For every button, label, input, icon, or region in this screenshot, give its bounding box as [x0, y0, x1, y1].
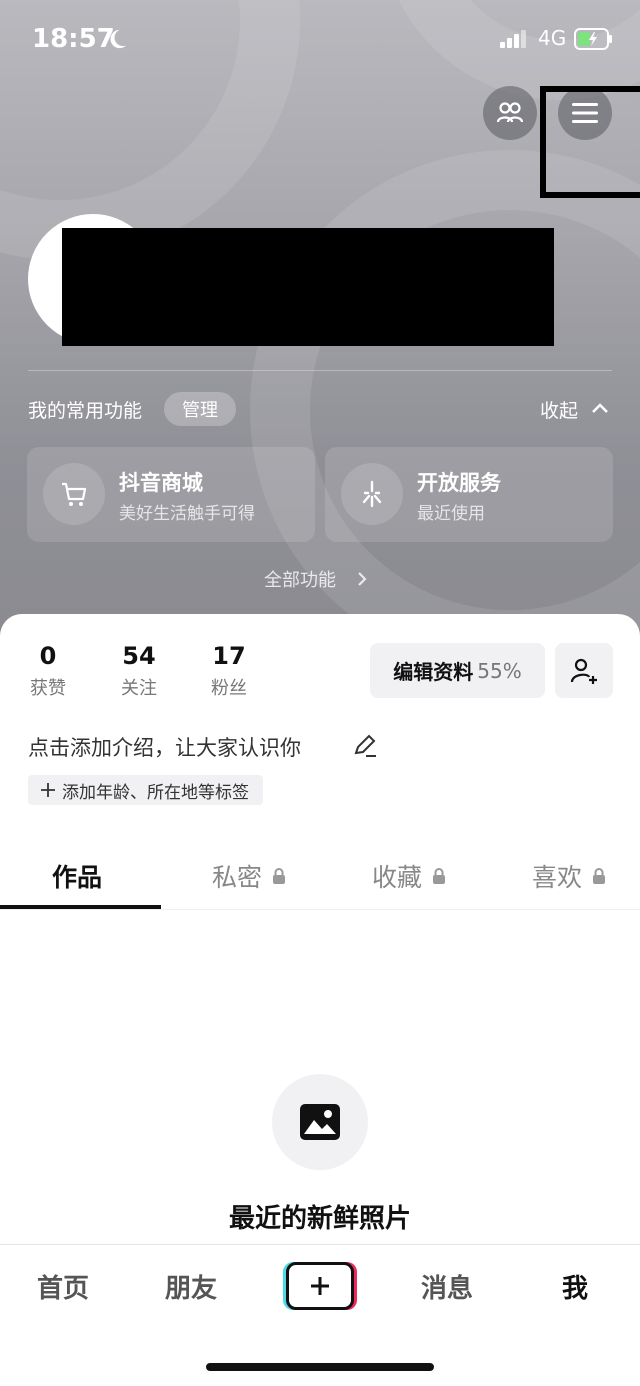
nav-home[interactable]: 首页 [37, 1268, 89, 1305]
edit-profile-label: 编辑资料 [393, 660, 474, 684]
chevron-right-icon[interactable] [356, 570, 368, 588]
add-tags-chip[interactable]: 添加年龄、所在地等标签 [28, 775, 263, 805]
sparkle-icon [341, 463, 403, 525]
manage-button[interactable]: 管理 [164, 392, 236, 426]
status-time: 18:57 [32, 24, 115, 54]
nav-me[interactable]: 我 [562, 1268, 588, 1305]
tabs-divider [0, 909, 640, 910]
all-functions-link[interactable]: 全部功能 [264, 566, 336, 592]
add-user-icon [570, 658, 597, 684]
tab-favorites[interactable]: 收藏 [372, 858, 446, 894]
chevron-up-icon[interactable] [590, 400, 610, 416]
function-card-mall[interactable]: 抖音商城 美好生活触手可得 [27, 447, 315, 542]
empty-state-icon-wrap [272, 1074, 368, 1170]
tab-likes[interactable]: 喜欢 [532, 858, 606, 894]
moon-icon [110, 29, 127, 49]
stat-label: 获赞 [30, 678, 66, 699]
annotation-highlight-box [540, 86, 640, 198]
stat-following[interactable]: 54 关注 [112, 642, 166, 700]
battery-icon [574, 28, 612, 50]
stat-value: 17 [212, 642, 246, 670]
card-title: 开放服务 [417, 471, 501, 495]
plus-icon [311, 1277, 329, 1295]
stat-value: 0 [39, 642, 57, 670]
network-type: 4G [538, 26, 567, 50]
card-title: 抖音商城 [119, 471, 203, 495]
nav-friends[interactable]: 朋友 [165, 1268, 217, 1305]
image-icon [300, 1104, 340, 1140]
cart-icon [43, 463, 105, 525]
edit-profile-button[interactable]: 编辑资料 55% [370, 643, 545, 698]
people-icon [496, 102, 524, 123]
status-bar: 18:57 4G [0, 0, 640, 80]
tab-label: 作品 [52, 863, 103, 892]
card-subtitle: 最近使用 [417, 504, 485, 524]
home-indicator [206, 1363, 434, 1371]
tab-private[interactable]: 私密 [212, 858, 286, 894]
bio-placeholder[interactable]: 点击添加介绍，让大家认识你 [28, 732, 301, 762]
empty-state-title: 最近的新鲜照片 [228, 1204, 411, 1234]
redacted-profile-info [62, 228, 554, 346]
stat-label: 粉丝 [211, 678, 247, 699]
add-tags-label: 添加年龄、所在地等标签 [62, 782, 249, 803]
tab-label: 喜欢 [532, 863, 583, 892]
tab-works[interactable]: 作品 [52, 858, 102, 894]
tab-label: 收藏 [372, 863, 423, 892]
pencil-icon[interactable] [352, 733, 378, 759]
common-functions-title: 我的常用功能 [28, 400, 143, 422]
create-post-button[interactable] [286, 1262, 354, 1310]
lock-icon [273, 868, 286, 884]
card-subtitle: 美好生活触手可得 [119, 504, 255, 524]
collapse-button[interactable]: 收起 [540, 396, 578, 423]
divider [28, 370, 612, 371]
stat-value: 54 [122, 642, 156, 670]
stat-label: 关注 [121, 678, 157, 699]
friends-button[interactable] [483, 86, 537, 140]
lock-icon [433, 868, 446, 884]
stat-likes[interactable]: 0 获赞 [22, 642, 74, 700]
function-card-open-service[interactable]: 开放服务 最近使用 [325, 447, 613, 542]
signal-icon [500, 30, 526, 48]
lock-icon [593, 868, 606, 884]
nav-messages[interactable]: 消息 [421, 1268, 473, 1305]
stat-followers[interactable]: 17 粉丝 [202, 642, 256, 700]
add-friend-button[interactable] [555, 643, 613, 698]
plus-icon [41, 783, 55, 797]
tab-label: 私密 [212, 863, 263, 892]
profile-completion-percent: 55% [477, 658, 522, 683]
